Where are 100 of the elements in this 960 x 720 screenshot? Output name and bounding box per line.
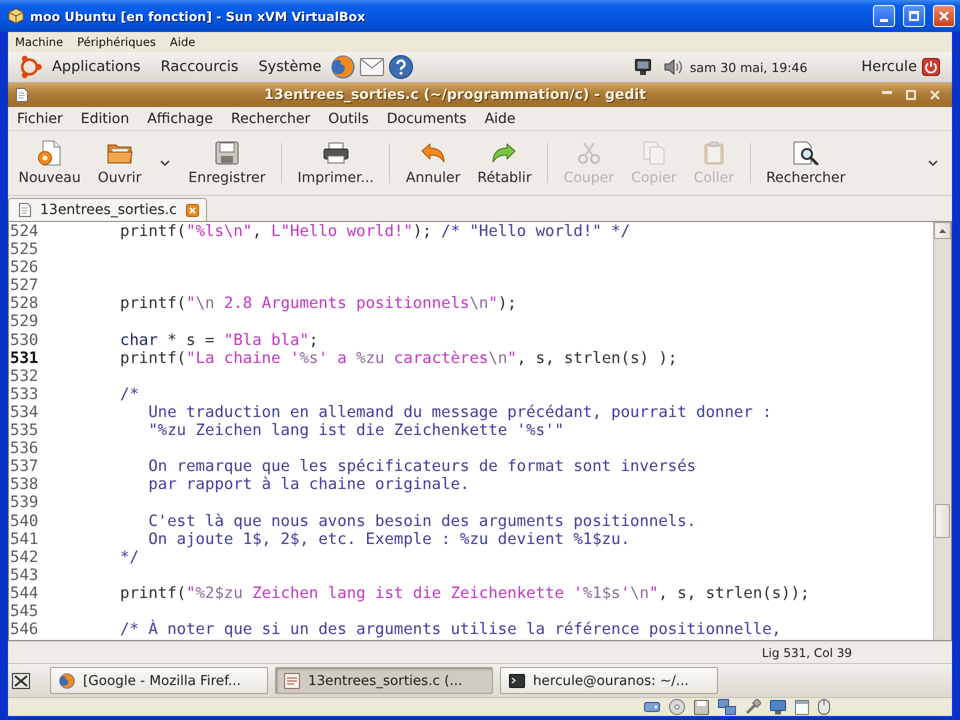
code-editor[interactable] bbox=[8, 221, 952, 641]
clock[interactable]: sam 30 mai, 19:46 bbox=[690, 60, 808, 74]
close-button[interactable] bbox=[933, 5, 955, 27]
line-number: 531 bbox=[10, 348, 38, 367]
task-button[interactable]: [Google - Mozilla Firef... bbox=[50, 667, 268, 694]
maximize-icon[interactable] bbox=[906, 90, 916, 100]
close-icon[interactable] bbox=[186, 204, 199, 216]
code-line: printf("%ls\n", L"Hello world!"); /* "Hello world!" */ bbox=[120, 222, 630, 240]
scroll-up-button[interactable] bbox=[934, 222, 951, 239]
menu-item[interactable]: Fichier bbox=[8, 110, 72, 126]
close-icon bbox=[939, 11, 949, 21]
disc-icon[interactable] bbox=[669, 699, 685, 715]
maximize-icon bbox=[909, 11, 919, 21]
code-line: printf("%2$zu Zeichen lang ist die Zeichenkette '%1$s'\n", s, strlen(s)); bbox=[120, 584, 810, 602]
task-button[interactable]: hercule@ouranos: ~/... bbox=[500, 667, 718, 694]
code-line: par rapport à la chaine originale. bbox=[147, 475, 470, 494]
code-line: */ bbox=[120, 548, 139, 566]
open-button[interactable]: Ouvrir bbox=[89, 135, 150, 191]
line-number: 524 bbox=[10, 222, 38, 240]
menu-item[interactable]: Aide bbox=[162, 35, 202, 49]
window-icon[interactable] bbox=[795, 700, 809, 714]
search-button[interactable]: Rechercher bbox=[758, 135, 854, 191]
scrollbar-thumb[interactable] bbox=[935, 504, 950, 538]
menu-item[interactable]: Documents bbox=[378, 110, 476, 126]
cube-icon bbox=[8, 8, 24, 24]
clipboard-icon bbox=[704, 141, 724, 165]
logo-icon[interactable] bbox=[18, 55, 42, 79]
menu-item[interactable]: Affichage bbox=[138, 110, 222, 126]
globe-icon bbox=[59, 672, 75, 688]
line-number: 538 bbox=[10, 474, 38, 494]
code-line: printf("La chaine '%s' a %zu caractères\n", s, strlen(s) ); bbox=[120, 348, 678, 367]
line-number: 532 bbox=[10, 366, 38, 385]
code-line: /* À noter que si un des arguments utilise la référence positionnelle, bbox=[120, 620, 782, 638]
task-button[interactable]: 13entrees_sorties.c (... bbox=[275, 667, 493, 694]
redo-button[interactable]: Rétablir bbox=[468, 135, 540, 191]
up-arrow-icon bbox=[939, 228, 946, 232]
speaker-icon[interactable] bbox=[664, 59, 682, 75]
print-button[interactable]: Imprimer... bbox=[289, 135, 382, 191]
menu-item[interactable]: Rechercher bbox=[222, 110, 320, 126]
menu-item[interactable]: Périphériques bbox=[70, 35, 163, 49]
window-title: 13entrees_sorties.c (~/programmation/c) - gedit bbox=[263, 87, 647, 103]
minimize-button[interactable] bbox=[873, 5, 895, 27]
monitor-icon[interactable] bbox=[634, 59, 651, 75]
new-button[interactable]: Nouveau bbox=[10, 135, 90, 191]
menu-item[interactable]: Système bbox=[248, 59, 332, 75]
envelope-icon[interactable] bbox=[360, 58, 384, 76]
menu-item[interactable]: Aide bbox=[476, 110, 525, 126]
menu-item[interactable]: Outils bbox=[319, 110, 378, 126]
line-number: 544 bbox=[10, 582, 38, 602]
scrollbar[interactable] bbox=[933, 222, 951, 640]
menu-item[interactable]: Raccourcis bbox=[150, 59, 248, 75]
scissors-icon bbox=[578, 142, 600, 164]
code-line: "%zu Zeichen lang ist die Zeichenkette '%s'" bbox=[147, 421, 564, 440]
document-icon bbox=[16, 88, 28, 102]
tab[interactable]: 13entrees_sorties.c bbox=[8, 198, 207, 221]
caret-icon bbox=[160, 160, 170, 166]
maximize-button[interactable] bbox=[903, 5, 925, 27]
copy-icon bbox=[642, 141, 665, 165]
usb-icon[interactable] bbox=[745, 699, 761, 715]
undo-icon bbox=[421, 143, 446, 163]
menu-item[interactable]: Applications bbox=[42, 59, 151, 75]
line-number: 543 bbox=[10, 564, 38, 584]
printer-icon bbox=[322, 142, 349, 164]
crossed-box-icon[interactable] bbox=[12, 672, 30, 688]
line-number: 537 bbox=[10, 456, 38, 476]
network-icon[interactable] bbox=[718, 699, 736, 715]
floppy-icon bbox=[214, 141, 239, 165]
line-number: 534 bbox=[10, 402, 38, 421]
code-line: /* bbox=[120, 384, 139, 403]
code-line: C'est là que nous avons besoin des arguments positionnels. bbox=[147, 512, 696, 530]
menu-item[interactable]: Edition bbox=[72, 110, 138, 126]
line-number: 529 bbox=[10, 311, 38, 330]
menu-item[interactable]: Machine bbox=[8, 35, 70, 49]
line-number: 536 bbox=[10, 438, 38, 458]
line-number: 541 bbox=[10, 528, 38, 548]
help-icon[interactable] bbox=[389, 55, 414, 79]
line-number: 546 bbox=[10, 619, 38, 638]
code-line: Une traduction en allemand du message précédant, pourrait donner : bbox=[147, 402, 772, 422]
globe-icon[interactable] bbox=[331, 55, 356, 79]
minimize-icon bbox=[880, 19, 888, 22]
line-number: 535 bbox=[10, 420, 38, 440]
terminal-icon bbox=[509, 674, 525, 688]
power-icon[interactable] bbox=[922, 58, 940, 76]
line-number: 525 bbox=[10, 239, 38, 258]
folder-icon bbox=[106, 142, 133, 164]
line-number: 527 bbox=[10, 275, 38, 294]
search-icon bbox=[792, 141, 819, 165]
floppy-icon[interactable] bbox=[694, 700, 709, 714]
save-button[interactable]: Enregistrer bbox=[180, 135, 274, 191]
caret-icon bbox=[928, 160, 938, 166]
monitor-icon[interactable] bbox=[770, 700, 786, 714]
new-document-icon bbox=[38, 140, 62, 166]
line-number: 542 bbox=[10, 546, 38, 566]
undo-button[interactable]: Annuler bbox=[397, 135, 469, 191]
line-number: 540 bbox=[10, 510, 38, 530]
line-number: 528 bbox=[10, 293, 38, 312]
mouse-icon[interactable] bbox=[818, 699, 830, 715]
code-line: char * s = "Bla bla"; bbox=[120, 330, 318, 349]
user-name[interactable]: Hercule bbox=[861, 59, 917, 75]
line-number: 526 bbox=[10, 257, 38, 276]
